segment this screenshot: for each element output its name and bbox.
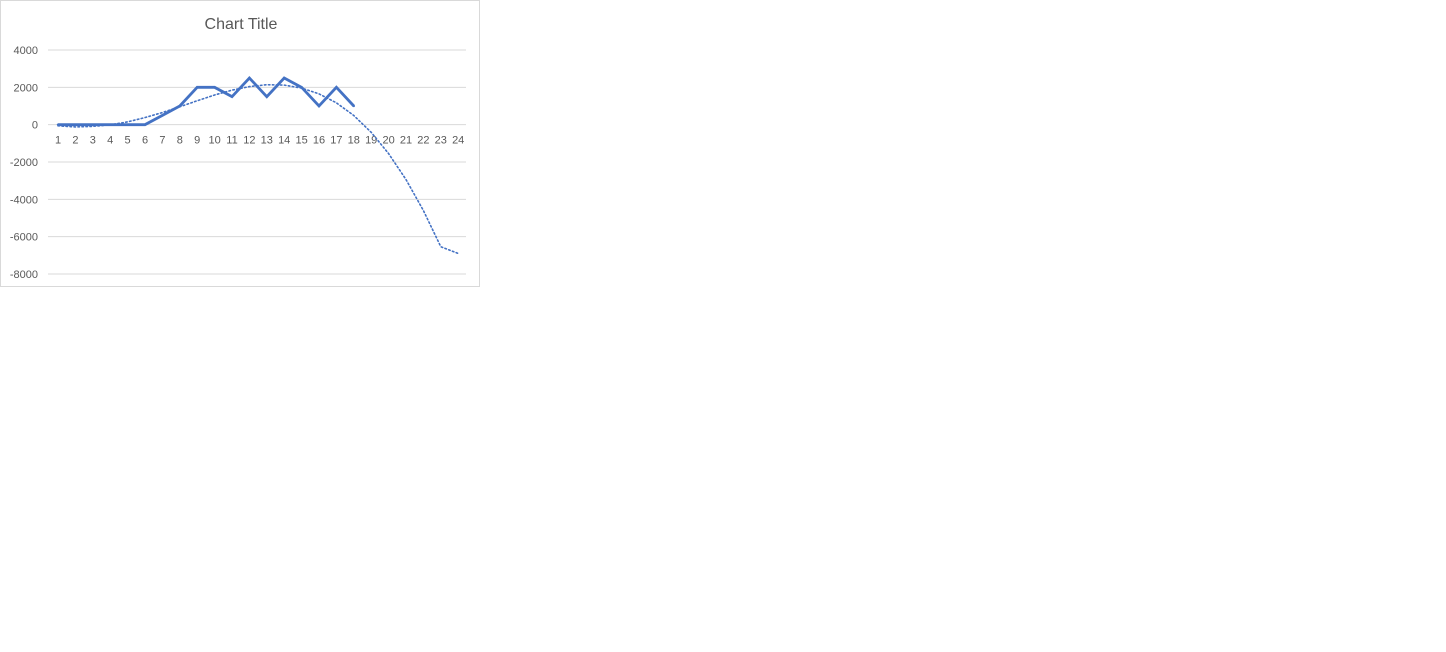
x-tick-label: 17 bbox=[330, 135, 342, 147]
x-tick-label: 19 bbox=[365, 135, 377, 147]
y-tick-label: 2000 bbox=[14, 82, 38, 94]
data-point bbox=[143, 123, 147, 126]
data-point bbox=[161, 114, 164, 117]
data-point bbox=[265, 95, 268, 98]
x-tick-label: 1 bbox=[55, 135, 61, 147]
x-tick-label: 21 bbox=[400, 135, 412, 147]
y-tick-label: 0 bbox=[32, 120, 38, 132]
data-point bbox=[317, 104, 321, 108]
x-tick-label: 14 bbox=[278, 135, 290, 147]
y-tick-label: -8000 bbox=[10, 269, 38, 281]
series-line bbox=[58, 75, 355, 127]
x-tick-label: 6 bbox=[142, 135, 148, 147]
gridlines bbox=[48, 49, 466, 275]
y-axis-ticks: 4000 2000 0 -2000 -4000 -6000 -8000 bbox=[10, 45, 38, 281]
data-point bbox=[213, 86, 216, 89]
trendline-path bbox=[57, 83, 460, 255]
x-tick-label: 15 bbox=[295, 135, 307, 147]
data-point bbox=[283, 76, 286, 80]
data-point bbox=[352, 104, 355, 108]
data-point bbox=[109, 123, 112, 126]
x-tick-label: 5 bbox=[125, 135, 131, 147]
x-tick-label: 10 bbox=[208, 135, 220, 147]
x-tick-label: 12 bbox=[243, 135, 255, 147]
y-tick-label: -2000 bbox=[10, 157, 38, 169]
x-tick-label: 11 bbox=[226, 135, 237, 147]
x-tick-label: 18 bbox=[348, 135, 360, 147]
data-point bbox=[230, 95, 234, 98]
x-tick-label: 3 bbox=[90, 135, 96, 147]
data-point bbox=[248, 76, 251, 80]
x-tick-label: 23 bbox=[435, 135, 447, 147]
data-point bbox=[300, 86, 303, 89]
chart-title: Chart Title bbox=[205, 16, 278, 33]
x-tick-label: 13 bbox=[261, 135, 273, 147]
trendline bbox=[57, 83, 460, 255]
x-tick-label: 2 bbox=[72, 135, 78, 147]
x-tick-label: 4 bbox=[107, 135, 113, 147]
chart-container: Chart Title 4000 2000 0 -2000 -4000 -6000 -800… bbox=[0, 0, 480, 287]
series-lines bbox=[56, 75, 355, 127]
x-tick-label: 24 bbox=[452, 135, 464, 147]
y-tick-label: 4000 bbox=[14, 45, 38, 57]
x-tick-label: 20 bbox=[382, 135, 394, 147]
data-point bbox=[335, 86, 338, 89]
data-point bbox=[74, 123, 77, 126]
line-chart: Chart Title 4000 2000 0 -2000 -4000 -6000 -800… bbox=[10, 16, 466, 281]
x-tick-label: 22 bbox=[417, 135, 429, 147]
data-point bbox=[56, 123, 60, 126]
x-axis-ticks: 1 2 3 4 5 6 7 8 9 10 11 12 13 14 15 16 17 18 19 20 21 22 23 24 bbox=[55, 135, 464, 147]
y-tick-label: -6000 bbox=[10, 232, 38, 244]
x-tick-label: 8 bbox=[177, 135, 183, 147]
data-point bbox=[196, 86, 199, 89]
x-tick-label: 7 bbox=[159, 135, 165, 147]
x-tick-label: 9 bbox=[194, 135, 200, 147]
data-point bbox=[91, 123, 95, 126]
x-tick-label: 16 bbox=[313, 135, 325, 147]
data-point bbox=[178, 104, 181, 108]
y-tick-label: -4000 bbox=[10, 194, 38, 206]
data-point bbox=[126, 123, 129, 126]
